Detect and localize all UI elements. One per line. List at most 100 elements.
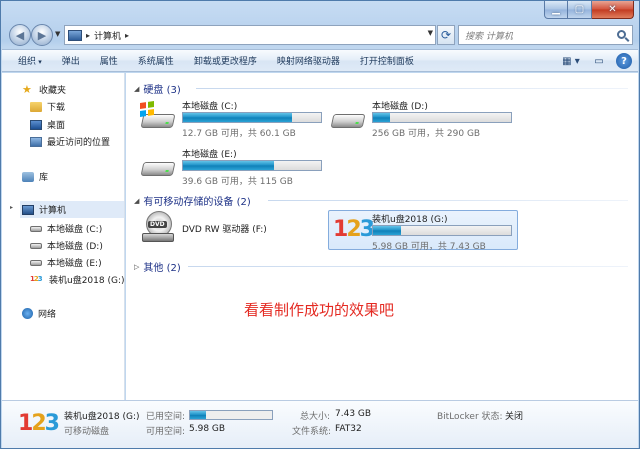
drive-tile-dvd[interactable]: DVD DVD RW 驱动器 (F:)	[134, 211, 324, 251]
navigation-pane: ★ 收藏夹 下载 桌面 最近访问的位置 库 ▸ 计算机 本地磁盘 (C:) 本地…	[2, 73, 125, 400]
drive-name: 装机u盘2018 (G:)	[372, 215, 448, 225]
hard-drive-icon	[330, 108, 366, 128]
hard-drive-icon	[30, 242, 42, 249]
drive-free-text: 256 GB 可用，共 290 GB	[372, 129, 481, 139]
chevron-right-icon[interactable]: ▸	[125, 31, 129, 40]
organize-button[interactable]: 组织	[2, 54, 52, 67]
expand-icon[interactable]: ▷	[134, 263, 139, 271]
hard-drive-icon	[30, 225, 42, 232]
group-divider	[268, 200, 628, 201]
help-icon[interactable]: ?	[616, 53, 632, 69]
drive-name: DVD RW 驱动器 (F:)	[182, 225, 267, 235]
group-header-removable[interactable]: ◢ 有可移动存储的设备 (2)	[134, 193, 251, 209]
navigation-row: ◀ ▶ ▼ ▸ 计算机 ▸ ▼ ⟳ 搜索 计算机	[7, 23, 633, 47]
refresh-button[interactable]: ⟳	[437, 25, 455, 45]
computer-icon	[22, 204, 34, 215]
drive-usage-bar	[182, 112, 322, 123]
properties-button[interactable]: 属性	[90, 54, 128, 67]
map-network-drive-button[interactable]: 映射网络驱动器	[267, 54, 350, 67]
group-divider	[196, 88, 628, 89]
caption-buttons: ▁ ▢ ✕	[544, 1, 634, 19]
drive-tile-d[interactable]: 本地磁盘 (D:) 256 GB 可用，共 290 GB	[324, 98, 514, 139]
sidebar-item-drive-g[interactable]: 123 装机u盘2018 (G:)	[30, 273, 125, 287]
group-title: 其他 (2)	[143, 263, 181, 274]
collapse-icon[interactable]: ◢	[134, 197, 139, 205]
drive-usage-bar	[372, 112, 512, 123]
maximize-button[interactable]: ▢	[568, 1, 592, 19]
uninstall-button[interactable]: 卸载或更改程序	[184, 54, 267, 67]
sidebar-item-favorites[interactable]: ★ 收藏夹	[22, 82, 66, 97]
expand-icon[interactable]: ▸	[10, 204, 13, 211]
sidebar-item-label: 库	[39, 173, 49, 183]
desktop-icon	[30, 119, 42, 130]
back-button[interactable]: ◀	[9, 24, 31, 46]
eject-button[interactable]: 弹出	[52, 54, 90, 67]
collapse-icon[interactable]: ◢	[134, 85, 139, 93]
details-bitlocker-label: BitLocker 状态:	[437, 412, 503, 422]
sidebar-item-recent[interactable]: 最近访问的位置	[30, 135, 110, 148]
sidebar-item-drive-e[interactable]: 本地磁盘 (E:)	[30, 256, 102, 269]
group-title: 有可移动存储的设备 (2)	[143, 197, 251, 208]
system-properties-button[interactable]: 系统属性	[128, 54, 184, 67]
details-drive-name: 装机u盘2018 (G:)	[64, 412, 140, 422]
sidebar-item-label: 最近访问的位置	[47, 138, 111, 148]
drive-usage-bar	[372, 225, 512, 236]
explorer-window: ▁ ▢ ✕ ◀ ▶ ▼ ▸ 计算机 ▸ ▼ ⟳ 搜索 计算机 组织 弹出 属性 …	[0, 0, 640, 449]
preview-pane-icon[interactable]: ▭	[588, 53, 610, 69]
sidebar-item-computer[interactable]: 计算机	[20, 201, 124, 218]
computer-icon	[68, 29, 82, 41]
close-button[interactable]: ✕	[592, 1, 634, 19]
windows-drive-icon	[140, 101, 176, 128]
sidebar-item-drive-d[interactable]: 本地磁盘 (D:)	[30, 239, 103, 252]
hard-drive-icon	[30, 259, 42, 266]
drive-name: 本地磁盘 (D:)	[372, 102, 428, 112]
drive-free-text: 39.6 GB 可用，共 115 GB	[182, 177, 293, 187]
sidebar-item-libraries[interactable]: 库	[22, 170, 48, 183]
recent-pages-dropdown[interactable]: ▼	[55, 30, 60, 38]
drive-usage-bar	[182, 160, 322, 171]
sidebar-item-desktop[interactable]: 桌面	[30, 118, 65, 131]
sidebar-item-downloads[interactable]: 下载	[30, 100, 65, 113]
search-input[interactable]: 搜索 计算机	[458, 25, 633, 45]
drive-tile-c[interactable]: 本地磁盘 (C:) 12.7 GB 可用，共 60.1 GB	[134, 98, 324, 139]
address-bar[interactable]: ▸ 计算机 ▸ ▼	[64, 25, 436, 45]
drive-name: 本地磁盘 (C:)	[182, 102, 238, 112]
drive-free-text: 5.98 GB 可用，共 7.43 GB	[372, 242, 486, 252]
details-bitlocker-value: 关闭	[505, 412, 524, 422]
sidebar-item-network[interactable]: 网络	[22, 307, 56, 320]
group-header-hdd[interactable]: ◢ 硬盘 (3)	[134, 81, 181, 97]
details-total-label: 总大小:	[300, 412, 331, 422]
group-divider	[188, 266, 628, 267]
breadcrumb-computer[interactable]: 计算机	[94, 29, 121, 42]
details-fs-value: FAT32	[335, 424, 362, 434]
dvd-drive-icon: DVD	[140, 211, 176, 242]
drive-tile-e[interactable]: 本地磁盘 (E:) 39.6 GB 可用，共 115 GB	[134, 146, 324, 187]
sidebar-item-drive-c[interactable]: 本地磁盘 (C:)	[30, 222, 102, 235]
drive-free-text: 12.7 GB 可用，共 60.1 GB	[182, 129, 296, 139]
usb-123-icon: 123	[30, 274, 43, 283]
group-header-other[interactable]: ▷ 其他 (2)	[134, 259, 181, 275]
view-options-icon[interactable]: ▦ ▾	[560, 53, 582, 69]
details-fs-label: 文件系统:	[292, 427, 332, 437]
minimize-button[interactable]: ▁	[544, 1, 568, 19]
sidebar-item-label: 本地磁盘 (E:)	[47, 259, 102, 269]
control-panel-button[interactable]: 打开控制面板	[350, 54, 424, 67]
details-pane: 123 装机u盘2018 (G:) 可移动磁盘 已用空间: 可用空间: 5.98…	[2, 400, 638, 448]
view-controls: ▦ ▾ ▭ ?	[560, 53, 632, 69]
details-total-value: 7.43 GB	[335, 409, 372, 419]
annotation-text: 看看制作成功的效果吧	[244, 301, 395, 319]
details-free-label: 可用空间:	[146, 427, 186, 437]
star-icon: ★	[22, 82, 32, 96]
details-used-label: 已用空间:	[146, 412, 186, 422]
sidebar-item-label: 桌面	[47, 121, 66, 131]
search-icon[interactable]	[617, 30, 626, 39]
address-dropdown-icon[interactable]: ▼	[428, 29, 433, 37]
drive-tile-g[interactable]: 123 装机u盘2018 (G:) 5.98 GB 可用，共 7.43 GB	[328, 210, 518, 252]
hard-drive-icon	[140, 156, 176, 176]
sidebar-item-label: 计算机	[39, 206, 67, 216]
usb-123-icon: 123	[333, 217, 375, 242]
sidebar-item-label: 网络	[38, 310, 57, 320]
chevron-right-icon[interactable]: ▸	[86, 31, 90, 40]
group-title: 硬盘 (3)	[143, 85, 181, 96]
forward-button[interactable]: ▶	[31, 24, 53, 46]
